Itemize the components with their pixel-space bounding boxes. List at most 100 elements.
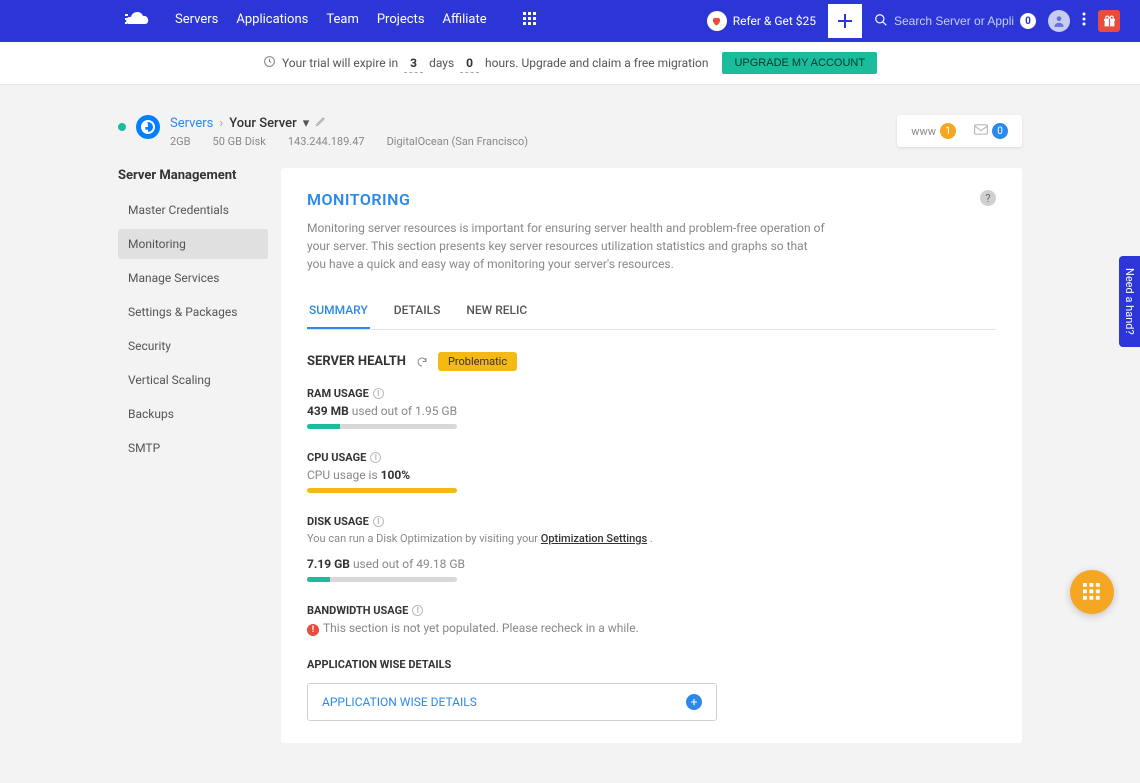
bandwidth-metric: BANDWIDTH USAGE i ! This section is not ye… — [307, 604, 707, 636]
nav-servers[interactable]: Servers — [175, 12, 218, 30]
sidebar-item-smtp[interactable]: SMTP — [118, 433, 268, 463]
need-a-hand-tab[interactable]: Need a hand? — [1119, 256, 1140, 347]
meta-disk: 50 GB Disk — [213, 135, 266, 148]
provider-logo-icon — [136, 115, 160, 139]
bandwidth-title: BANDWIDTH USAGE — [307, 604, 408, 617]
ram-suffix: used out of 1.95 GB — [349, 404, 457, 418]
add-button[interactable] — [828, 4, 862, 38]
info-icon[interactable]: i — [373, 388, 384, 399]
sidebar-item-monitoring[interactable]: Monitoring — [118, 229, 268, 259]
page-content: Servers › Your Server ▾ 2GB 50 GB Disk 1… — [0, 85, 1140, 783]
ram-metric: RAM USAGE i 439 MB used out of 1.95 GB — [307, 387, 707, 429]
nav-team[interactable]: Team — [326, 12, 359, 30]
dropdown-caret-icon[interactable]: ▾ — [303, 116, 310, 131]
search-input[interactable] — [894, 14, 1014, 28]
sidebar-item-settings-packages[interactable]: Settings & Packages — [118, 297, 268, 327]
trial-days: 3 — [404, 54, 423, 73]
more-menu-icon[interactable] — [1082, 12, 1086, 30]
ram-title: RAM USAGE — [307, 387, 369, 400]
user-avatar[interactable] — [1048, 10, 1070, 32]
nav-applications[interactable]: Applications — [236, 12, 308, 30]
www-count-badge: 1 — [940, 123, 956, 139]
trial-hours-label: hours. Upgrade and claim a free migratio… — [485, 56, 708, 70]
cpu-value: 100% — [381, 468, 411, 482]
top-navbar: Servers Applications Team Projects Affil… — [0, 0, 1140, 42]
expand-plus-icon: + — [686, 694, 702, 710]
sidebar-item-vertical-scaling[interactable]: Vertical Scaling — [118, 365, 268, 395]
www-label: www — [911, 125, 936, 138]
sidebar-item-security[interactable]: Security — [118, 331, 268, 361]
breadcrumb: Servers › Your Server ▾ — [170, 115, 528, 131]
info-icon[interactable]: i — [412, 605, 423, 616]
fab-button[interactable] — [1070, 570, 1114, 614]
optimization-settings-link[interactable]: Optimization Settings — [541, 532, 647, 545]
notify-www[interactable]: www 1 — [911, 123, 956, 139]
panel-description: Monitoring server resources is important… — [307, 219, 827, 273]
tab-summary[interactable]: SUMMARY — [307, 293, 370, 329]
server-meta: 2GB 50 GB Disk 143.244.189.47 DigitalOce… — [170, 135, 528, 148]
primary-nav: Servers Applications Team Projects Affil… — [175, 12, 537, 30]
nav-affiliate[interactable]: Affiliate — [443, 12, 487, 30]
meta-ram: 2GB — [170, 135, 191, 148]
disk-used: 7.19 GB — [307, 557, 350, 571]
disk-bar — [307, 577, 457, 582]
appwise-section-title: APPLICATION WISE DETAILS — [307, 658, 996, 671]
server-header: Servers › Your Server ▾ 2GB 50 GB Disk 1… — [118, 115, 1022, 148]
tab-details[interactable]: DETAILS — [392, 293, 443, 329]
cpu-title: CPU USAGE — [307, 451, 366, 464]
notify-mail[interactable]: 0 — [974, 123, 1008, 139]
info-icon[interactable]: i — [373, 516, 384, 527]
trial-hours: 0 — [460, 54, 479, 73]
search-wrap: 0 — [874, 13, 1036, 30]
refer-link[interactable]: Refer & Get $25 — [707, 11, 816, 31]
search-icon[interactable] — [874, 13, 888, 30]
tabs: SUMMARY DETAILS NEW RELIC — [307, 293, 996, 330]
cpu-bar — [307, 488, 457, 493]
info-icon[interactable]: i — [370, 452, 381, 463]
nav-projects[interactable]: Projects — [377, 12, 425, 30]
meta-provider: DigitalOcean (San Francisco) — [387, 135, 529, 148]
ram-bar — [307, 424, 457, 429]
chevron-right-icon: › — [219, 116, 223, 131]
main-panel: ? MONITORING Monitoring server resources… — [281, 168, 1022, 743]
sidebar-item-backups[interactable]: Backups — [118, 399, 268, 429]
sidebar-item-master-credentials[interactable]: Master Credentials — [118, 195, 268, 225]
ram-used: 439 MB — [307, 404, 349, 418]
brand-logo[interactable] — [125, 8, 153, 32]
refresh-icon[interactable] — [416, 356, 428, 368]
mail-icon — [974, 124, 988, 138]
disk-title: DISK USAGE — [307, 515, 369, 528]
trial-prefix: Your trial will expire in — [282, 56, 398, 70]
topbar-right: Refer & Get $25 0 — [707, 4, 1120, 38]
clock-icon — [263, 55, 276, 71]
search-count-badge: 0 — [1020, 13, 1036, 29]
heart-icon — [707, 11, 727, 31]
warning-icon: ! — [307, 624, 319, 636]
mail-count-badge: 0 — [992, 123, 1008, 139]
cpu-metric: CPU USAGE i CPU usage is 100% — [307, 451, 707, 493]
bandwidth-message: This section is not yet populated. Pleas… — [323, 621, 639, 635]
appwise-expand-row[interactable]: APPLICATION WISE DETAILS + — [307, 683, 717, 721]
tab-new-relic[interactable]: NEW RELIC — [464, 293, 529, 329]
sidebar-title: Server Management — [118, 168, 268, 183]
sidebar-item-manage-services[interactable]: Manage Services — [118, 263, 268, 293]
status-dot-icon — [118, 123, 126, 131]
appwise-row-label: APPLICATION WISE DETAILS — [322, 695, 477, 709]
apps-grid-icon[interactable] — [523, 12, 537, 30]
panel-help-icon[interactable]: ? — [980, 190, 996, 206]
refer-label: Refer & Get $25 — [733, 14, 816, 28]
disk-suffix: used out of 49.18 GB — [350, 557, 465, 571]
trial-banner: Your trial will expire in 3 days 0 hours… — [0, 42, 1140, 85]
trial-days-label: days — [429, 56, 454, 70]
notification-box: www 1 0 — [897, 115, 1022, 147]
disk-metric: DISK USAGE i You can run a Disk Optimizat… — [307, 515, 707, 582]
cpu-prefix: CPU usage is — [307, 468, 381, 482]
edit-name-icon[interactable] — [315, 115, 327, 131]
health-status-badge: Problematic — [438, 352, 517, 371]
sidebar: Server Management Master Credentials Moni… — [118, 168, 268, 743]
breadcrumb-root[interactable]: Servers — [170, 116, 213, 131]
disk-hint-prefix: You can run a Disk Optimization by visit… — [307, 532, 541, 545]
gift-icon[interactable] — [1098, 10, 1120, 32]
upgrade-button[interactable]: UPGRADE MY ACCOUNT — [722, 52, 877, 74]
server-health-row: SERVER HEALTH Problematic — [307, 352, 996, 371]
